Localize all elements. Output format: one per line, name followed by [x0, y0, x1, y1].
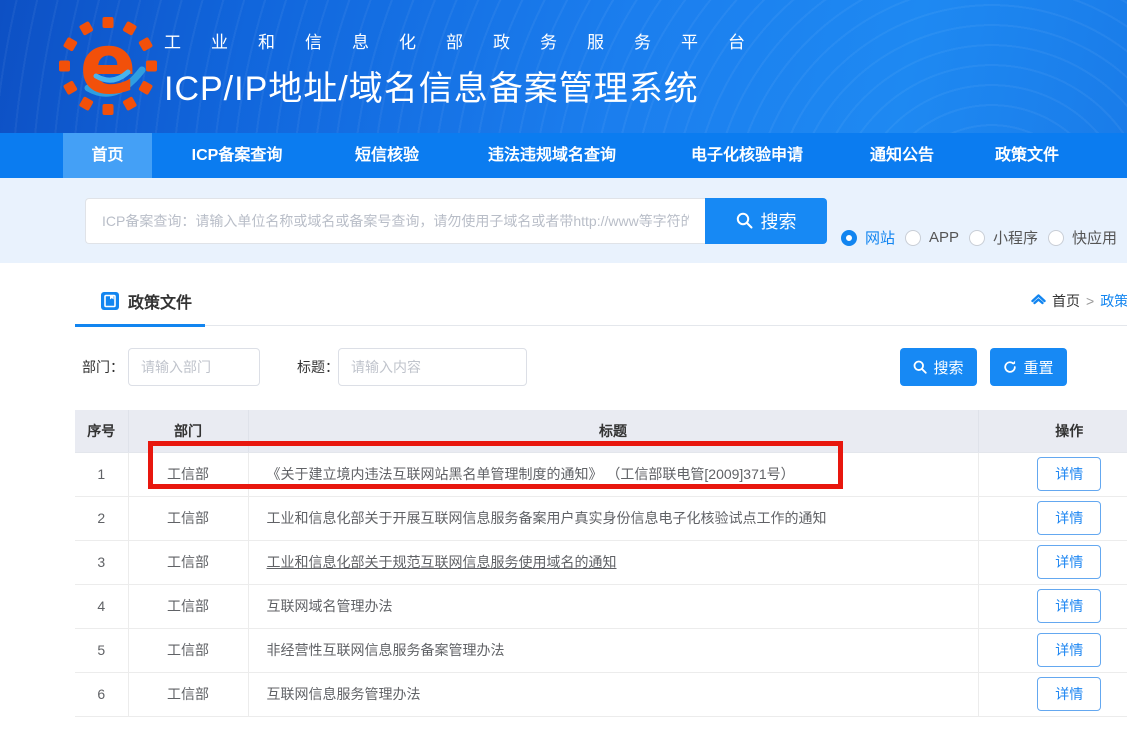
filter-row: 部门： 标题： 搜索 重置 [0, 347, 1127, 387]
table-row: 4 工信部 互联网域名管理办法 详情 [75, 584, 1127, 628]
col-header-title: 标题 [248, 410, 978, 452]
policy-title-link[interactable]: 《关于建立境内违法互联网站黑名单管理制度的通知》 （工信部联电管[2009]37… [267, 466, 795, 482]
cell-no: 4 [75, 584, 128, 628]
cell-dept: 工信部 [128, 672, 248, 716]
miit-gear-e-logo-icon: e [58, 16, 158, 116]
nav-item-policy-files[interactable]: 政策文件 [962, 133, 1092, 178]
search-icon [736, 212, 753, 229]
radio-icon [905, 230, 921, 246]
nav-item-home[interactable]: 首页 [63, 133, 152, 178]
table-row: 3 工信部 工业和信息化部关于规范互联网信息服务使用域名的通知 详情 [75, 540, 1127, 584]
query-type-miniprogram[interactable]: 小程序 [969, 227, 1038, 248]
cell-no: 3 [75, 540, 128, 584]
detail-button[interactable]: 详情 [1037, 457, 1101, 491]
filter-search-button[interactable]: 搜索 [900, 348, 977, 386]
query-type-website[interactable]: 网站 [841, 227, 895, 248]
breadcrumb-current[interactable]: 政策文件 [1100, 291, 1127, 311]
breadcrumb-home[interactable]: 首页 [1052, 291, 1080, 311]
detail-button[interactable]: 详情 [1037, 677, 1101, 711]
system-title: ICP/IP地址/域名信息备案管理系统 [164, 61, 775, 110]
title-filter-input[interactable] [338, 348, 527, 386]
icp-search-button[interactable]: 搜索 [705, 198, 827, 244]
radio-selected-icon [841, 230, 857, 246]
cell-dept: 工信部 [128, 584, 248, 628]
policy-title-link[interactable]: 工业和信息化部关于开展互联网信息服务备案用户真实身份信息电子化核验试点工作的通知 [267, 510, 827, 526]
policy-title-link[interactable]: 互联网域名管理办法 [267, 598, 393, 614]
radio-icon [969, 230, 985, 246]
radio-icon [1048, 230, 1064, 246]
icp-search-strip: 搜索 网站 APP 小程序 快应用 [0, 178, 1127, 263]
home-icon [1031, 294, 1046, 308]
policy-title-link[interactable]: 工业和信息化部关于规范互联网信息服务使用域名的通知 [267, 554, 617, 570]
policy-title-link[interactable]: 非经营性互联网信息服务备案管理办法 [267, 642, 505, 658]
refresh-icon [1003, 360, 1017, 374]
col-header-no: 序号 [75, 410, 128, 452]
cell-dept: 工信部 [128, 452, 248, 496]
nav-item-sms-verify[interactable]: 短信核验 [322, 133, 452, 178]
search-icon [913, 360, 927, 374]
icp-search-input[interactable] [85, 198, 705, 244]
breadcrumb-separator: > [1086, 293, 1094, 309]
nav-item-notices[interactable]: 通知公告 [842, 133, 962, 178]
cell-no: 5 [75, 628, 128, 672]
detail-button[interactable]: 详情 [1037, 589, 1101, 623]
nav-item-icp-query[interactable]: ICP备案查询 [152, 133, 322, 178]
col-header-dept: 部门 [128, 410, 248, 452]
detail-button[interactable]: 详情 [1037, 545, 1101, 579]
cell-dept: 工信部 [128, 540, 248, 584]
cell-dept: 工信部 [128, 496, 248, 540]
section-tab-row: 政策文件 [75, 263, 1127, 326]
nav-item-illegal-domain-query[interactable]: 违法违规域名查询 [452, 133, 652, 178]
table-row: 5 工信部 非经营性互联网信息服务备案管理办法 详情 [75, 628, 1127, 672]
svg-text:e: e [80, 16, 137, 113]
col-header-action: 操作 [978, 410, 1127, 452]
book-icon [100, 291, 120, 311]
breadcrumb: 首页 > 政策文件 [1031, 291, 1127, 311]
dept-filter-label: 部门： [82, 347, 124, 387]
table-row: 2 工信部 工业和信息化部关于开展互联网信息服务备案用户真实身份信息电子化核验试… [75, 496, 1127, 540]
cell-no: 1 [75, 452, 128, 496]
query-type-group: 网站 APP 小程序 快应用 [841, 227, 1127, 248]
policy-title-link[interactable]: 互联网信息服务管理办法 [267, 686, 421, 702]
policy-table: 序号 部门 标题 操作 1 工信部 《关于建立境内违法互联网站黑名单管理制度的通… [75, 410, 1127, 717]
nav-item-e-verify-apply[interactable]: 电子化核验申请 [652, 133, 842, 178]
detail-button[interactable]: 详情 [1037, 501, 1101, 535]
table-header-row: 序号 部门 标题 操作 [75, 410, 1127, 452]
cell-no: 2 [75, 496, 128, 540]
query-type-app[interactable]: APP [905, 229, 959, 246]
title-filter-label: 标题： [297, 347, 339, 387]
dept-filter-input[interactable] [128, 348, 260, 386]
query-type-quickapp[interactable]: 快应用 [1048, 227, 1117, 248]
tab-policy-files[interactable]: 政策文件 [75, 289, 205, 327]
cell-no: 6 [75, 672, 128, 716]
table-row: 6 工信部 互联网信息服务管理办法 详情 [75, 672, 1127, 716]
table-row: 1 工信部 《关于建立境内违法互联网站黑名单管理制度的通知》 （工信部联电管[2… [75, 452, 1127, 496]
filter-reset-button[interactable]: 重置 [990, 348, 1067, 386]
cell-dept: 工信部 [128, 628, 248, 672]
main-nav: 首页 ICP备案查询 短信核验 违法违规域名查询 电子化核验申请 通知公告 政策… [0, 133, 1127, 178]
platform-title: 工业和信息化部政务服务平台 [164, 28, 775, 53]
site-header: e 工业和信息化部政务服务平台 ICP/IP地址/域名信息备案管理系统 [0, 0, 1127, 133]
detail-button[interactable]: 详情 [1037, 633, 1101, 667]
